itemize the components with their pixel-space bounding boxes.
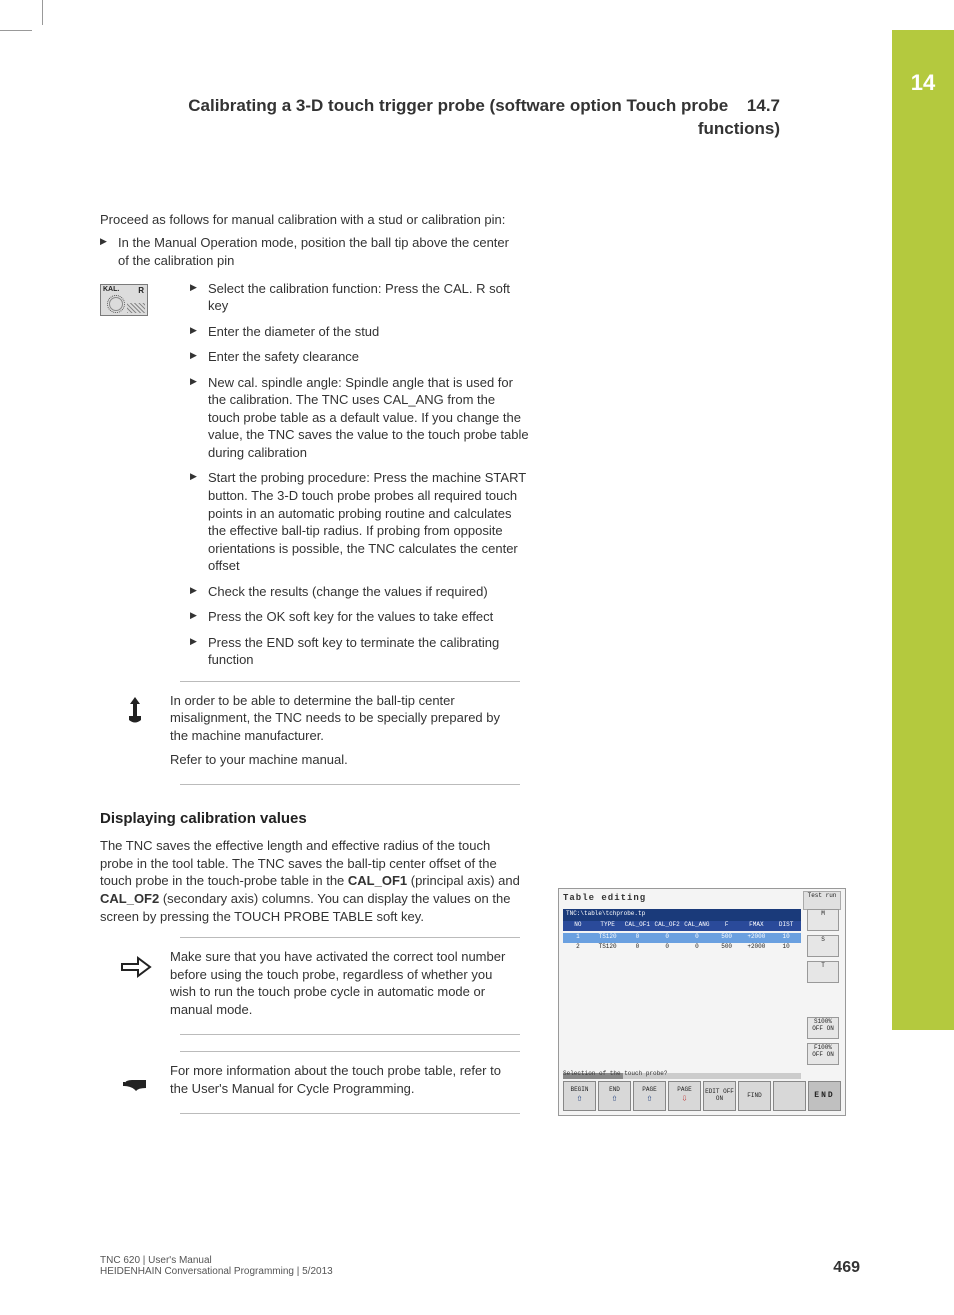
probe-icon	[100, 692, 170, 733]
th: TYPE	[593, 921, 623, 931]
right-toggle: S100% OFF ON	[807, 1017, 839, 1039]
page: 14 Calibrating a 3-D touch trigger probe…	[0, 0, 954, 1315]
cal-of1: CAL_OF1	[348, 873, 407, 888]
step-item: Press the OK soft key for the values to …	[190, 608, 530, 626]
chapter-tab: 14	[892, 30, 954, 1030]
softkey-find: FIND	[738, 1081, 771, 1111]
body-column: Proceed as follows for manual calibratio…	[100, 211, 520, 1114]
footer: TNC 620 | User's Manual HEIDENHAIN Conve…	[100, 1255, 860, 1277]
th: F	[712, 921, 742, 931]
book-icon	[100, 1062, 170, 1103]
softkey-r: R	[138, 286, 144, 295]
section-number: 14.7	[747, 95, 780, 118]
step-item: Select the calibration function: Press t…	[190, 280, 530, 315]
th: CAL_OF1	[623, 921, 653, 931]
softkey-hatch-icon	[127, 303, 145, 313]
section-body: The TNC saves the effective length and e…	[100, 837, 520, 925]
note-text: Make sure that you have activated the co…	[170, 948, 520, 1018]
table-header: NO TYPE CAL_OF1 CAL_OF2 CAL_ANG F FMAX D…	[563, 921, 801, 931]
th: DIST	[771, 921, 801, 931]
right-button: S	[807, 935, 839, 957]
step-item: Start the probing procedure: Press the m…	[190, 469, 530, 574]
page-number: 469	[833, 1259, 860, 1277]
crop-mark	[42, 0, 43, 25]
softkey-begin: BEGIN⇧	[563, 1081, 596, 1111]
footer-line2: HEIDENHAIN Conversational Programming | …	[100, 1266, 860, 1277]
step-item: New cal. spindle angle: Spindle angle th…	[190, 374, 530, 462]
softkey-circle-icon	[107, 295, 125, 313]
softkey-edit: EDIT OFF ON	[703, 1081, 736, 1111]
right-toggle: F100% OFF ON	[807, 1043, 839, 1065]
note-text: For more information about the touch pro…	[170, 1062, 520, 1097]
note-arrow: Make sure that you have activated the co…	[100, 937, 520, 1035]
running-head-line2: functions)	[698, 119, 780, 138]
note-book: For more information about the touch pro…	[100, 1051, 520, 1114]
th: NO	[563, 921, 593, 931]
section-heading: Displaying calibration values	[100, 809, 520, 829]
step-item: Press the END soft key to terminate the …	[190, 634, 530, 669]
intro-text: Proceed as follows for manual calibratio…	[100, 211, 520, 229]
running-head-line1: Calibrating a 3-D touch trigger probe (s…	[188, 96, 728, 115]
th: CAL_ANG	[682, 921, 712, 931]
right-button: M	[807, 909, 839, 931]
table-row: 2 TS120 0 0 0 500 +2000 10	[563, 943, 801, 953]
softkey-end: END⇧	[598, 1081, 631, 1111]
step-item: In the Manual Operation mode, position t…	[100, 234, 520, 269]
arrow-icon	[100, 948, 170, 989]
table-row: 1 TS120 0 0 0 500 +2000 10	[563, 933, 801, 943]
th: CAL_OF2	[652, 921, 682, 931]
table-rows: 1 TS120 0 0 0 500 +2000 10 2 TS120 0 0 0…	[563, 933, 801, 953]
running-head: Calibrating a 3-D touch trigger probe (s…	[100, 95, 780, 141]
footer-line1: TNC 620 | User's Manual	[100, 1255, 860, 1266]
cal-r-softkey-figure: KAL. R	[100, 284, 148, 316]
step-item: Enter the diameter of the stud	[190, 323, 530, 341]
step-item: Check the results (change the values if …	[190, 583, 530, 601]
softkey-end-right: END	[808, 1081, 841, 1111]
right-button: T	[807, 961, 839, 983]
softkey-label: KAL.	[103, 286, 119, 293]
softkey-empty	[773, 1081, 806, 1111]
note-probe: In order to be able to determine the bal…	[100, 681, 520, 785]
cal-of2: CAL_OF2	[100, 891, 159, 906]
tnc-screenshot: Table editing Test run TNC:\table\tchpro…	[558, 888, 846, 1116]
softkey-row: BEGIN⇧ END⇧ PAGE⇧ PAGE⇩ EDIT OFF ON FIND…	[563, 1081, 841, 1111]
crop-mark	[0, 30, 32, 31]
note-text: Refer to your machine manual.	[170, 751, 520, 769]
softkey-steps: Select the calibration function: Press t…	[190, 280, 530, 669]
screenshot-title: Table editing	[563, 893, 646, 903]
th: FMAX	[742, 921, 772, 931]
note-text: In order to be able to determine the bal…	[170, 692, 520, 745]
right-button-strip: M S T S100% OFF ON F100% OFF ON	[807, 909, 841, 1069]
status-line: Selection of the touch probe?	[563, 1070, 667, 1077]
softkey-page-down: PAGE⇩	[668, 1081, 701, 1111]
screenshot-path: TNC:\table\tchprobe.tp	[563, 909, 801, 921]
step-item: Enter the safety clearance	[190, 348, 530, 366]
screenshot-mini-mode: Test run	[803, 891, 841, 910]
softkey-page-up: PAGE⇧	[633, 1081, 666, 1111]
chapter-number: 14	[892, 70, 954, 96]
